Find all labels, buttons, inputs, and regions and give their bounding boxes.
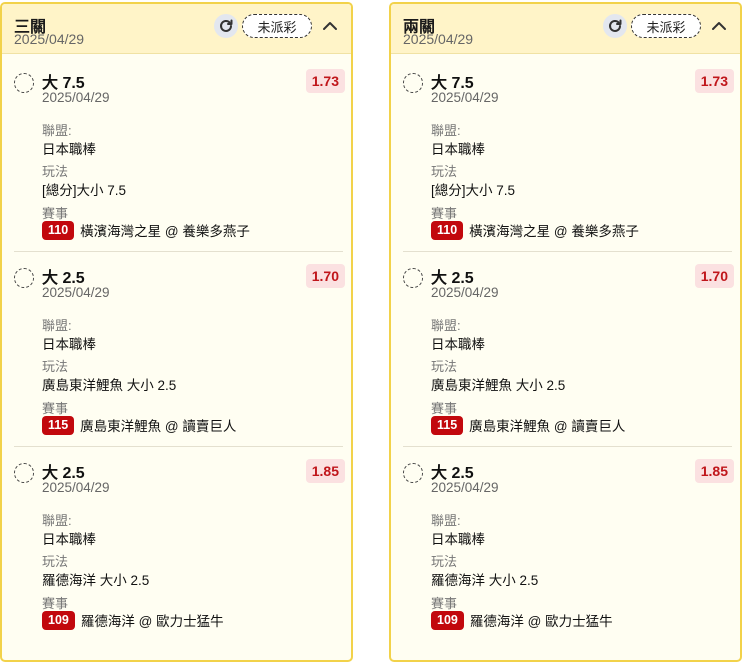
match-row: 115 廣島東洋鯉魚 @ 讀賣巨人 xyxy=(42,415,236,435)
play-value: 羅德海洋 大小 2.5 xyxy=(431,573,539,588)
league-value: 日本職棒 xyxy=(431,337,485,352)
settlement-status-badge: 未派彩 xyxy=(631,14,701,38)
refresh-icon[interactable] xyxy=(603,14,627,38)
match-row: 110 橫濱海灣之星 @ 養樂多燕子 xyxy=(431,220,639,240)
league-label: 聯盟: xyxy=(42,318,72,333)
match-teams: 橫濱海灣之星 @ 養樂多燕子 xyxy=(469,224,639,239)
league-value: 日本職棒 xyxy=(42,337,96,352)
play-value: 廣島東洋鯉魚 大小 2.5 xyxy=(431,378,566,393)
bet-select-radio[interactable] xyxy=(14,73,34,93)
match-id-badge: 109 xyxy=(42,610,75,630)
bet-item: 大 7.5 2025/04/29 1.73 聯盟: 日本職棒 玩法 [總分]大小… xyxy=(401,56,734,251)
refresh-icon[interactable] xyxy=(214,14,238,38)
match-row: 110 橫濱海灣之星 @ 養樂多燕子 xyxy=(42,220,250,240)
parlay-panel: 三關 2025/04/29 未派彩 大 7.5 2025/04/29 1.73 … xyxy=(0,2,353,662)
play-label: 玩法 xyxy=(42,164,69,179)
odds-badge: 1.85 xyxy=(694,459,734,483)
bet-item: 大 7.5 2025/04/29 1.73 聯盟: 日本職棒 玩法 [總分]大小… xyxy=(12,56,345,251)
match-teams: 廣島東洋鯉魚 @ 讀賣巨人 xyxy=(80,419,237,434)
bet-select-radio[interactable] xyxy=(14,463,34,483)
settlement-status-badge: 未派彩 xyxy=(242,14,312,38)
bet-divider xyxy=(403,251,732,252)
bet-date: 2025/04/29 xyxy=(431,480,499,495)
match-teams: 廣島東洋鯉魚 @ 讀賣巨人 xyxy=(469,419,626,434)
panel-header: 三關 2025/04/29 未派彩 xyxy=(2,4,351,54)
league-label: 聯盟: xyxy=(431,123,461,138)
match-teams: 橫濱海灣之星 @ 養樂多燕子 xyxy=(80,224,250,239)
league-value: 日本職棒 xyxy=(431,142,485,157)
bet-divider xyxy=(403,446,732,447)
match-id-badge: 115 xyxy=(42,415,75,435)
match-id-badge: 110 xyxy=(431,220,464,240)
league-label: 聯盟: xyxy=(431,513,461,528)
panel-header: 兩關 2025/04/29 未派彩 xyxy=(391,4,740,54)
bet-item: 大 2.5 2025/04/29 1.85 聯盟: 日本職棒 玩法 羅德海洋 大… xyxy=(401,446,734,641)
parlay-date: 2025/04/29 xyxy=(403,31,474,47)
bet-item: 大 2.5 2025/04/29 1.70 聯盟: 日本職棒 玩法 廣島東洋鯉魚… xyxy=(12,251,345,446)
play-value: [總分]大小 7.5 xyxy=(42,183,127,198)
match-row: 115 廣島東洋鯉魚 @ 讀賣巨人 xyxy=(431,415,625,435)
bet-divider xyxy=(14,251,343,252)
league-value: 日本職棒 xyxy=(42,142,96,157)
bet-item: 大 2.5 2025/04/29 1.85 聯盟: 日本職棒 玩法 羅德海洋 大… xyxy=(12,446,345,641)
bet-date: 2025/04/29 xyxy=(431,285,499,300)
bet-select-radio[interactable] xyxy=(14,268,34,288)
league-label: 聯盟: xyxy=(42,513,72,528)
odds-badge: 1.73 xyxy=(694,69,734,93)
match-teams: 羅德海洋 @ 歐力士猛牛 xyxy=(469,614,613,629)
match-teams: 羅德海洋 @ 歐力士猛牛 xyxy=(80,614,224,629)
bet-date: 2025/04/29 xyxy=(431,90,499,105)
match-id-badge: 109 xyxy=(431,610,464,630)
league-value: 日本職棒 xyxy=(431,532,485,547)
play-value: 羅德海洋 大小 2.5 xyxy=(42,573,150,588)
play-label: 玩法 xyxy=(42,554,69,569)
bet-date: 2025/04/29 xyxy=(42,90,110,105)
play-label: 玩法 xyxy=(431,164,458,179)
match-id-badge: 110 xyxy=(42,220,75,240)
odds-badge: 1.73 xyxy=(305,69,345,93)
play-value: [總分]大小 7.5 xyxy=(431,183,516,198)
match-row: 109 羅德海洋 @ 歐力士猛牛 xyxy=(431,610,613,630)
match-row: 109 羅德海洋 @ 歐力士猛牛 xyxy=(42,610,224,630)
play-label: 玩法 xyxy=(431,554,458,569)
parlay-date: 2025/04/29 xyxy=(14,31,85,47)
league-value: 日本職棒 xyxy=(42,532,96,547)
bet-select-radio[interactable] xyxy=(403,73,423,93)
bet-date: 2025/04/29 xyxy=(42,480,110,495)
chevron-up-icon[interactable] xyxy=(707,14,731,38)
league-label: 聯盟: xyxy=(431,318,461,333)
parlay-panel: 兩關 2025/04/29 未派彩 大 7.5 2025/04/29 1.73 … xyxy=(389,2,742,662)
odds-badge: 1.85 xyxy=(305,459,345,483)
odds-badge: 1.70 xyxy=(694,264,734,288)
play-label: 玩法 xyxy=(431,359,458,374)
bet-divider xyxy=(14,446,343,447)
play-label: 玩法 xyxy=(42,359,69,374)
bet-select-radio[interactable] xyxy=(403,268,423,288)
bet-select-radio[interactable] xyxy=(403,463,423,483)
league-label: 聯盟: xyxy=(42,123,72,138)
odds-badge: 1.70 xyxy=(305,264,345,288)
match-id-badge: 115 xyxy=(431,415,464,435)
bet-item: 大 2.5 2025/04/29 1.70 聯盟: 日本職棒 玩法 廣島東洋鯉魚… xyxy=(401,251,734,446)
chevron-up-icon[interactable] xyxy=(318,14,342,38)
play-value: 廣島東洋鯉魚 大小 2.5 xyxy=(42,378,177,393)
bet-date: 2025/04/29 xyxy=(42,285,110,300)
